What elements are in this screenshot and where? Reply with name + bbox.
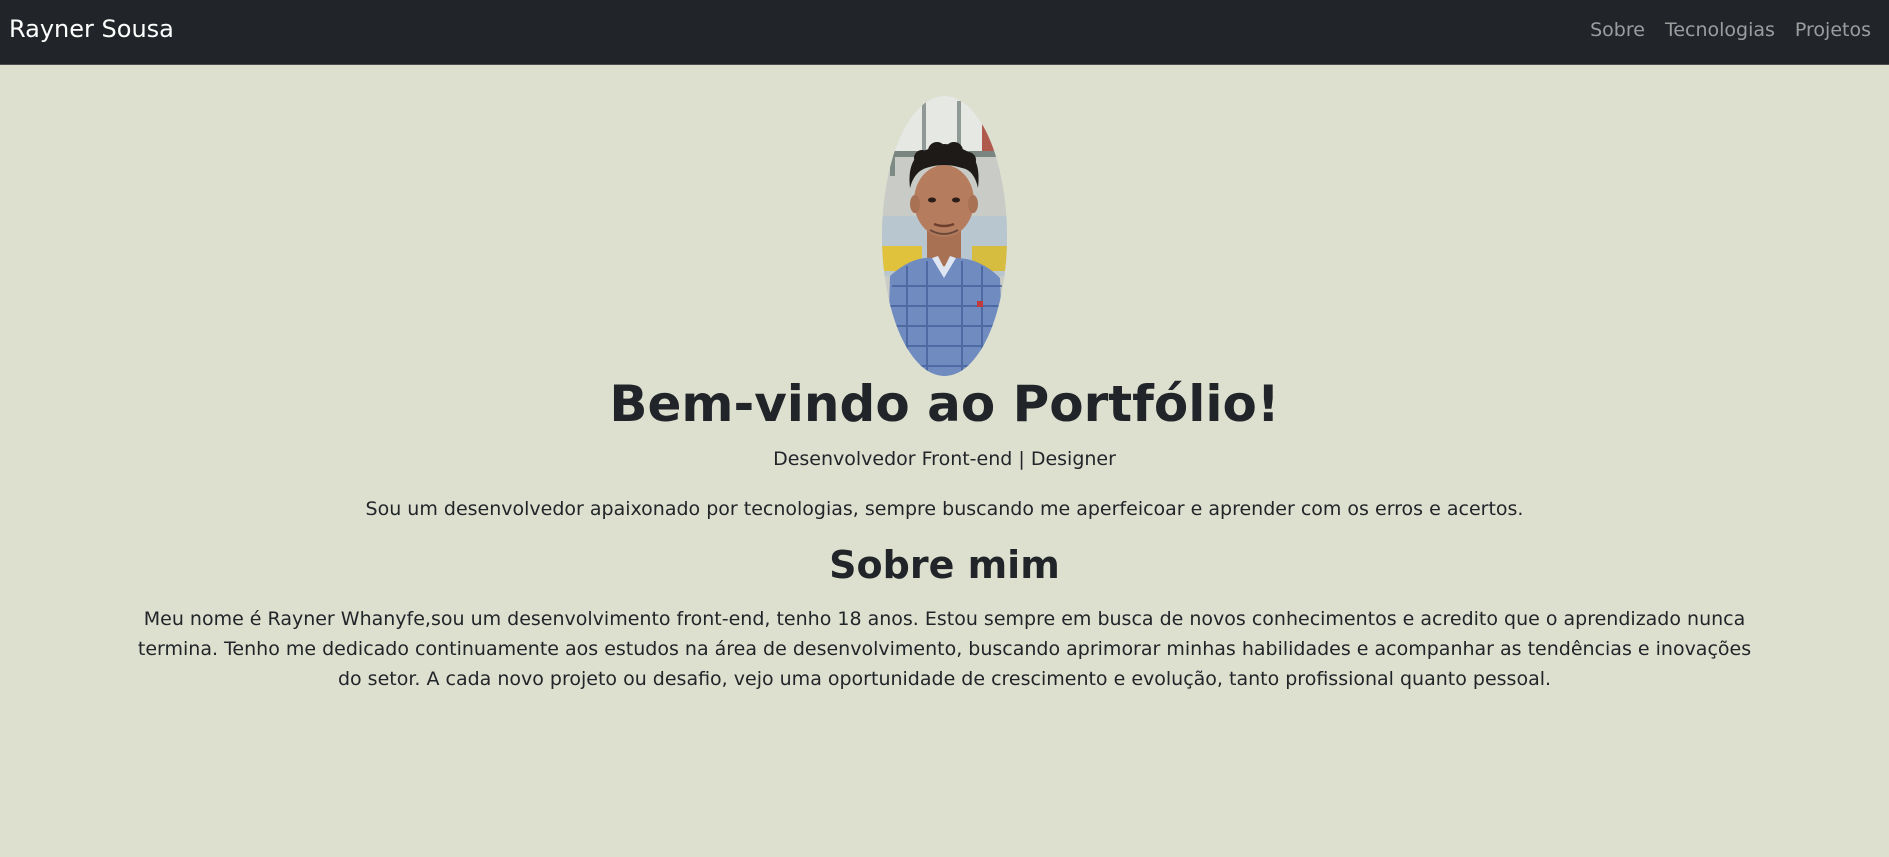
about-title: Sobre mim — [829, 543, 1060, 587]
nav-links: Sobre Tecnologias Projetos — [1590, 19, 1871, 41]
hero-subtitle: Desenvolvedor Front-end | Designer — [773, 448, 1116, 470]
profile-photo-illustration — [882, 96, 1007, 376]
hero-intro: Sou um desenvolvedor apaixonado por tecn… — [365, 498, 1524, 520]
hero-title: Bem-vindo ao Portfólio! — [609, 375, 1280, 433]
nav-link-projetos[interactable]: Projetos — [1795, 19, 1871, 41]
nav-link-tecnologias[interactable]: Tecnologias — [1665, 19, 1775, 41]
about-text: Meu nome é Rayner Whanyfe,sou um desenvo… — [137, 608, 1752, 690]
profile-photo — [882, 96, 1007, 376]
nav-link-sobre[interactable]: Sobre — [1590, 19, 1645, 41]
navbar: Rayner Sousa Sobre Tecnologias Projetos — [0, 0, 1889, 65]
brand-link[interactable]: Rayner Sousa — [9, 15, 174, 43]
